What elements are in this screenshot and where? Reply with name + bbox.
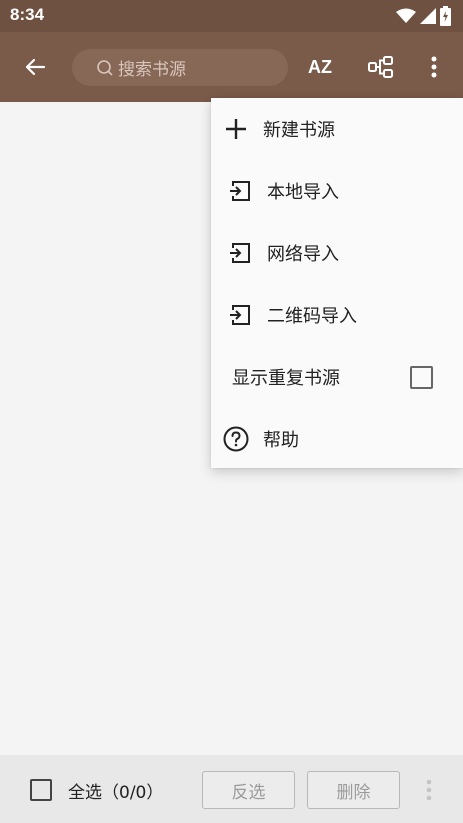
- delete-button[interactable]: 删除: [307, 771, 400, 809]
- import-icon: [227, 178, 253, 204]
- menu-item-show-duplicates[interactable]: 显示重复书源: [211, 346, 463, 408]
- menu-item-qrcode-import[interactable]: 二维码导入: [211, 284, 463, 346]
- status-icons: [396, 6, 451, 26]
- import-icon: [227, 302, 253, 328]
- selection-bar: 全选（0/0） 反选 删除: [0, 755, 463, 823]
- sort-button[interactable]: AZ: [302, 50, 338, 84]
- bottom-more-button[interactable]: [420, 777, 438, 803]
- menu-item-label: 帮助: [263, 430, 299, 451]
- group-button[interactable]: [364, 50, 398, 84]
- help-icon: [223, 426, 249, 452]
- menu-item-label: 新建书源: [263, 120, 335, 141]
- signal-icon: [420, 8, 436, 24]
- overflow-menu: 新建书源 本地导入 网络导入 二维码导入 显示重复书源 帮助: [211, 98, 463, 468]
- status-bar: 8:34: [0, 0, 463, 32]
- app-bar: 搜索书源 AZ: [0, 32, 463, 102]
- sort-label: AZ: [308, 56, 332, 77]
- more-vert-icon: [426, 779, 432, 801]
- back-button[interactable]: [20, 52, 50, 82]
- search-icon: [97, 59, 113, 76]
- menu-item-network-import[interactable]: 网络导入: [211, 222, 463, 284]
- menu-item-local-import[interactable]: 本地导入: [211, 160, 463, 222]
- invert-selection-button[interactable]: 反选: [202, 771, 295, 809]
- menu-item-new-source[interactable]: 新建书源: [211, 98, 463, 160]
- search-field[interactable]: 搜索书源: [72, 49, 288, 86]
- status-time: 8:34: [10, 5, 45, 24]
- menu-item-label: 二维码导入: [267, 306, 357, 327]
- battery-icon: [440, 6, 451, 26]
- plus-icon: [223, 116, 249, 142]
- menu-item-label: 显示重复书源: [232, 368, 340, 389]
- arrow-back-icon: [25, 58, 46, 76]
- select-all-label[interactable]: 全选（0/0）: [68, 778, 163, 803]
- menu-item-label: 网络导入: [267, 244, 339, 265]
- group-icon: [368, 56, 393, 78]
- import-icon: [227, 240, 253, 266]
- show-duplicates-checkbox[interactable]: [410, 365, 433, 389]
- search-placeholder: 搜索书源: [118, 60, 186, 80]
- wifi-icon: [396, 8, 416, 23]
- menu-item-help[interactable]: 帮助: [211, 408, 463, 470]
- select-all-checkbox[interactable]: [30, 779, 52, 801]
- menu-item-label: 本地导入: [267, 182, 339, 203]
- more-button[interactable]: [420, 50, 448, 84]
- more-vert-icon: [431, 56, 437, 78]
